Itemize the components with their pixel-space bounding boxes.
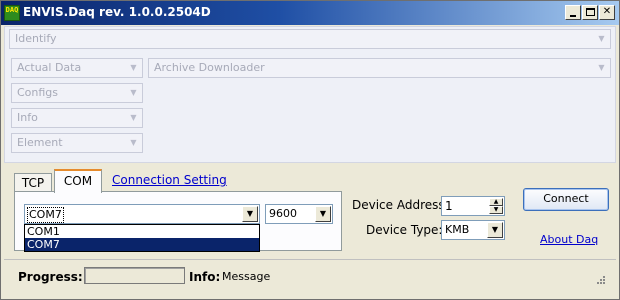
- archive-downloader-label: Archive Downloader: [154, 61, 265, 74]
- device-type-select[interactable]: KMB ▼: [441, 220, 505, 240]
- com-port-option-selected[interactable]: COM7: [25, 238, 259, 251]
- actual-data-dropdown[interactable]: Actual Data ▼: [11, 58, 143, 78]
- chevron-down-icon: ▼: [130, 63, 137, 72]
- tab-com[interactable]: COM: [54, 169, 102, 193]
- chevron-down-icon[interactable]: ▼: [315, 206, 331, 222]
- resize-grip-icon[interactable]: [594, 273, 606, 285]
- device-type-value: KMB: [445, 223, 470, 236]
- progress-label: Progress:: [18, 270, 83, 284]
- info-message: Message: [222, 270, 271, 283]
- com-port-dropdown-list: COM1 COM7: [24, 224, 260, 252]
- device-address-value: 1: [445, 199, 453, 213]
- minimize-icon: [570, 15, 576, 17]
- info-module-label: Info: [17, 111, 38, 124]
- connection-setting-link[interactable]: Connection Setting: [112, 173, 227, 187]
- progress-bar: [84, 267, 185, 284]
- maximize-button[interactable]: [582, 5, 598, 20]
- identify-dropdown[interactable]: Identify ▼: [9, 29, 611, 49]
- com-port-option[interactable]: COM1: [25, 225, 259, 238]
- info-dropdown[interactable]: Info ▼: [11, 108, 143, 128]
- element-dropdown[interactable]: Element ▼: [11, 133, 143, 153]
- baud-rate-select[interactable]: 9600 ▼: [265, 204, 333, 224]
- about-daq-link[interactable]: About Daq: [540, 233, 598, 246]
- identify-label: Identify: [15, 32, 57, 45]
- chevron-down-icon: ▼: [130, 88, 137, 97]
- baud-rate-value: 9600: [269, 207, 297, 220]
- chevron-down-icon[interactable]: ▼: [487, 222, 503, 238]
- close-icon: ✕: [602, 6, 612, 17]
- configs-label: Configs: [17, 86, 59, 99]
- actual-data-label: Actual Data: [17, 61, 82, 74]
- archive-downloader-dropdown[interactable]: Archive Downloader ▼: [148, 58, 611, 78]
- device-address-stepper[interactable]: 1 ▲ ▼: [441, 196, 505, 216]
- chevron-down-icon: ▼: [130, 113, 137, 122]
- app-icon: DAQ: [4, 5, 20, 21]
- configs-dropdown[interactable]: Configs ▼: [11, 83, 143, 103]
- chevron-down-icon[interactable]: ▼: [242, 206, 258, 222]
- chevron-down-icon: ▼: [598, 63, 605, 72]
- close-button[interactable]: ✕: [599, 5, 615, 20]
- device-address-label: Device Address:: [352, 198, 449, 212]
- window-title: ENVIS.Daq rev. 1.0.0.2504D: [23, 5, 211, 19]
- device-type-label: Device Type:: [366, 223, 443, 237]
- com-port-value: COM7: [27, 207, 64, 223]
- tab-tcp[interactable]: TCP: [14, 173, 52, 193]
- minimize-button[interactable]: [565, 5, 581, 20]
- chevron-down-icon: ▼: [598, 34, 605, 43]
- module-area: Identify ▼ Actual Data ▼ Archive Downloa…: [4, 26, 616, 163]
- main-window: DAQ ENVIS.Daq rev. 1.0.0.2504D ✕ Identif…: [0, 0, 620, 300]
- spin-up-icon[interactable]: ▲: [489, 198, 503, 206]
- maximize-icon: [586, 8, 595, 16]
- status-divider: [4, 259, 616, 260]
- connect-button[interactable]: Connect: [523, 188, 609, 211]
- title-bar[interactable]: DAQ ENVIS.Daq rev. 1.0.0.2504D ✕: [1, 1, 619, 25]
- element-label: Element: [17, 136, 63, 149]
- com-port-select[interactable]: COM7 ▼: [24, 204, 260, 224]
- connection-panel: TCP COM Connection Setting COM7 ▼ COM1 C…: [4, 163, 616, 297]
- chevron-down-icon: ▼: [130, 138, 137, 147]
- info-label: Info:: [189, 270, 221, 284]
- spin-down-icon[interactable]: ▼: [489, 206, 503, 214]
